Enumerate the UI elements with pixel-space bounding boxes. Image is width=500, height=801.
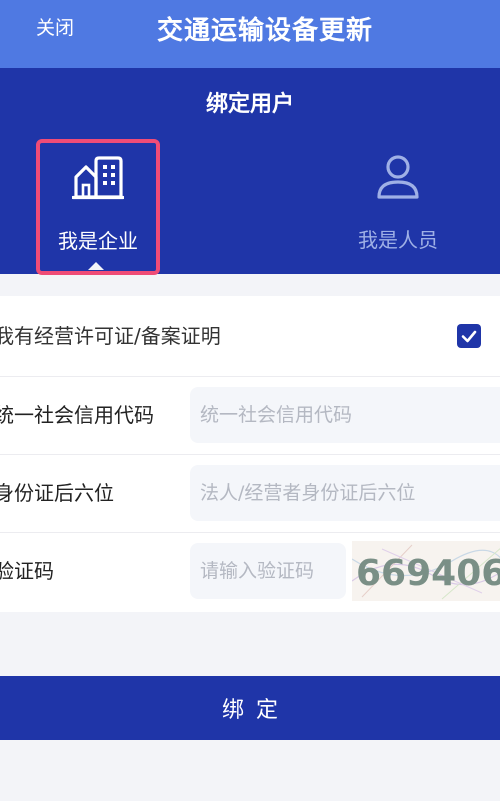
top-bar: 关闭 交通运输设备更新 (0, 0, 500, 68)
credit-code-input[interactable] (190, 387, 500, 443)
license-row: 我有经营许可证/备案证明 (0, 296, 500, 377)
id-last-six-input[interactable] (190, 465, 500, 521)
tab-pointer (88, 262, 104, 270)
license-label: 我有经营许可证/备案证明 (0, 324, 221, 348)
check-icon (461, 330, 477, 343)
id-row: 身份证后六位 (0, 454, 500, 533)
user-icon (375, 154, 421, 204)
credit-code-label: 统一社会信用代码 (0, 403, 154, 427)
captcha-image[interactable]: 669406 (352, 541, 500, 601)
bind-button[interactable]: 绑定 (0, 676, 500, 740)
tab-person-label: 我是人员 (358, 228, 438, 252)
tab-person[interactable]: 我是人员 (340, 140, 456, 272)
credit-code-row: 统一社会信用代码 (0, 376, 500, 455)
bind-user-header: 绑定用户 我是企业 我是人员 (0, 68, 500, 275)
id-label: 身份证后六位 (0, 481, 114, 505)
bind-form: 我有经营许可证/备案证明 统一社会信用代码 身份证后六位 验证码 (0, 296, 500, 612)
app: 关闭 交通运输设备更新 绑定用户 我是企业 我是人员 我有经营许可证/备案证明 … (0, 0, 500, 801)
license-checkbox[interactable] (457, 324, 481, 348)
tab-enterprise-label: 我是企业 (58, 229, 138, 253)
header-title: 绑定用户 (205, 92, 294, 117)
captcha-text: 669406 (356, 553, 500, 594)
captcha-input[interactable] (190, 543, 346, 599)
app-title: 交通运输设备更新 (156, 16, 373, 46)
tab-enterprise[interactable]: 我是企业 (36, 139, 160, 275)
building-icon (71, 155, 125, 205)
captcha-label: 验证码 (0, 559, 54, 583)
captcha-row: 验证码 669406 (0, 532, 500, 610)
